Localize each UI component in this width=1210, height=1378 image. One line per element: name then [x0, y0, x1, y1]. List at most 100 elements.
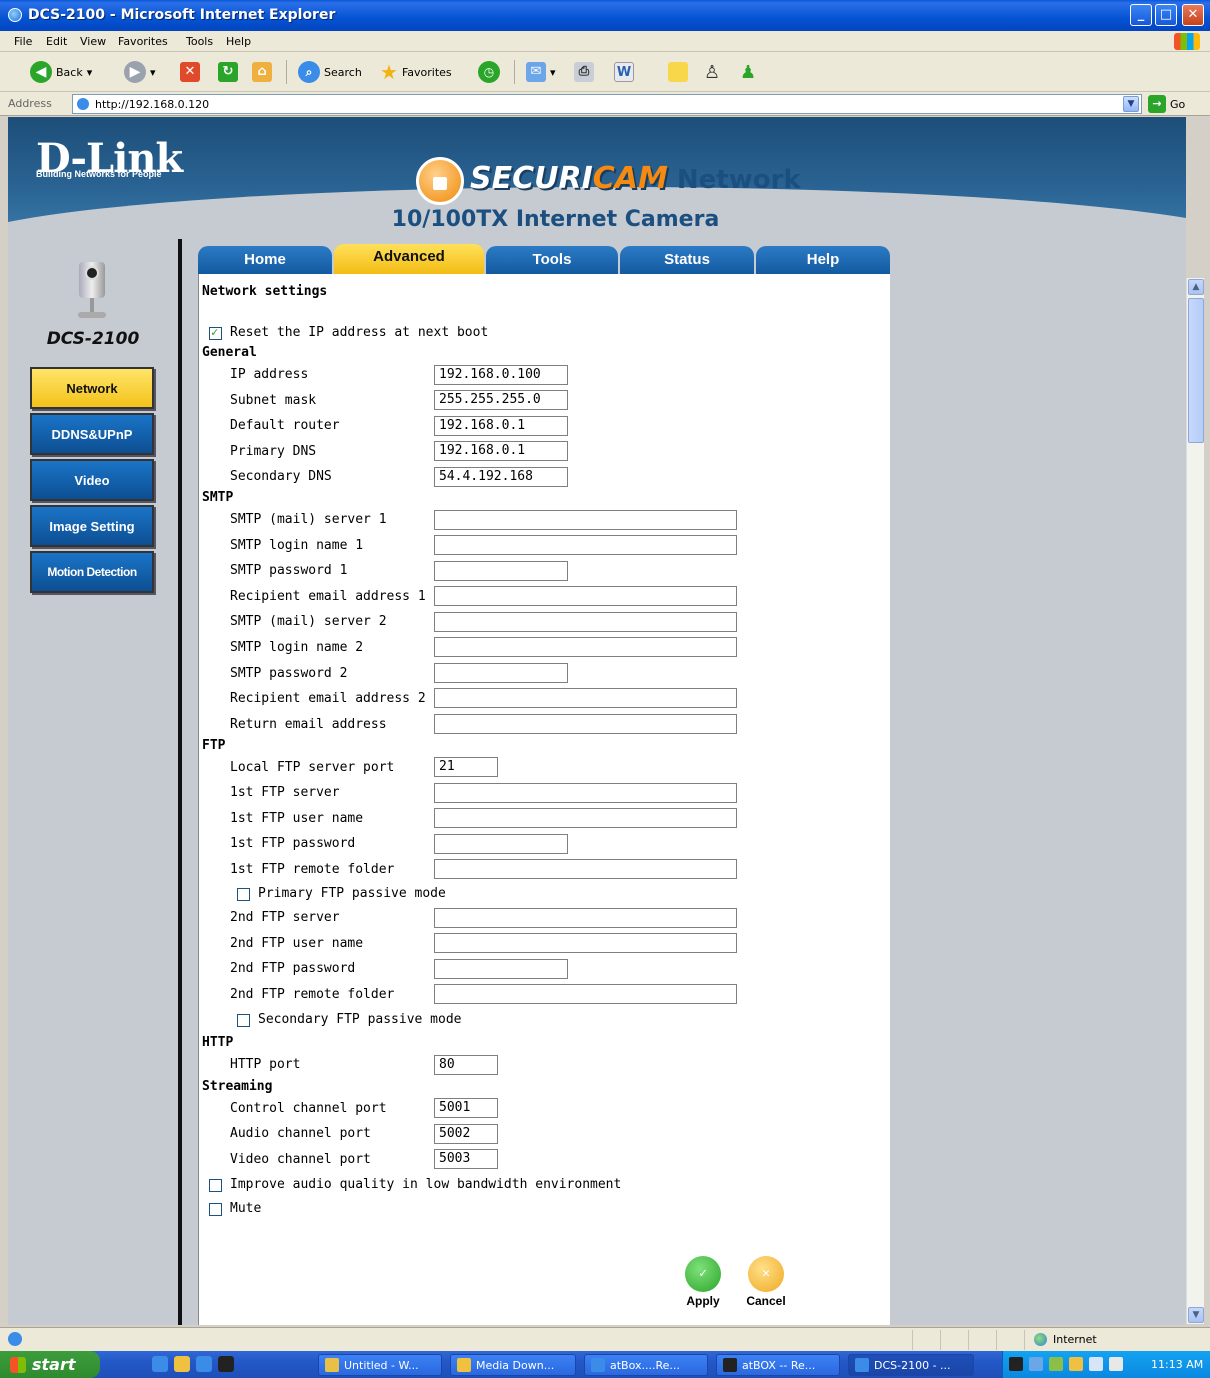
camera-base — [78, 312, 106, 318]
control-port-input[interactable]: 5001 — [434, 1098, 498, 1118]
model-name: DCS-2100 — [46, 329, 140, 349]
smtp-password2-input[interactable] — [434, 663, 568, 683]
cmd-quicklaunch-icon[interactable] — [218, 1356, 234, 1372]
smtp-password1-input[interactable] — [434, 561, 568, 581]
forward-button[interactable]: ▶ ▾ — [124, 60, 156, 84]
chevron-down-icon[interactable]: ▼ — [1123, 96, 1139, 112]
menu-tools[interactable]: Tools — [186, 35, 213, 48]
menu-file[interactable]: File — [14, 35, 32, 48]
ftp2-password-input[interactable] — [434, 959, 568, 979]
smtp-server1-input[interactable] — [434, 510, 737, 530]
subnet-mask-input[interactable]: 255.255.255.0 — [434, 390, 568, 410]
http-port-label: HTTP port — [230, 1057, 301, 1072]
mail-button[interactable]: ✉ ▾ — [526, 60, 556, 84]
ftp1-server-input[interactable] — [434, 783, 737, 803]
qv-tray-icon[interactable] — [1009, 1357, 1023, 1371]
quicklaunch-icon[interactable] — [196, 1356, 212, 1372]
improve-audio-checkbox[interactable] — [209, 1179, 222, 1192]
tab-help[interactable]: Help — [756, 246, 890, 274]
secondary-passive-checkbox[interactable] — [237, 1014, 250, 1027]
scroll-up-icon[interactable]: ▲ — [1188, 279, 1204, 295]
messenger-button[interactable]: ♟ — [740, 60, 756, 84]
default-router-input[interactable]: 192.168.0.1 — [434, 416, 568, 436]
quicklaunch-icon[interactable] — [174, 1356, 190, 1372]
history-button[interactable]: ◷ — [478, 60, 500, 84]
network-tray-icon[interactable] — [1029, 1357, 1043, 1371]
sidebar-item-network[interactable]: Network — [30, 367, 154, 409]
task-atbox-1[interactable]: atBox....Re... — [584, 1354, 708, 1376]
qv-icon — [723, 1358, 737, 1372]
smtp-login2-input[interactable] — [434, 637, 737, 657]
menu-favorites[interactable]: Favorites — [118, 35, 168, 48]
close-button[interactable]: ✕ — [1182, 4, 1204, 26]
tab-home[interactable]: Home — [198, 246, 332, 274]
search-button[interactable]: ⌕ Search — [298, 60, 362, 84]
task-untitled[interactable]: Untitled - W... — [318, 1354, 442, 1376]
scroll-thumb[interactable] — [1188, 298, 1204, 443]
tab-advanced[interactable]: Advanced — [334, 244, 484, 274]
tray-icon[interactable] — [1069, 1357, 1083, 1371]
volume-tray-icon[interactable] — [1109, 1357, 1123, 1371]
ftp-port-input[interactable]: 21 — [434, 757, 498, 777]
sidebar-item-motion-detection[interactable]: Motion Detection — [30, 551, 154, 593]
reset-ip-checkbox[interactable] — [209, 325, 222, 340]
task-media-down[interactable]: Media Down... — [450, 1354, 576, 1376]
video-port-input[interactable]: 5003 — [434, 1149, 498, 1169]
smtp-login1-input[interactable] — [434, 535, 737, 555]
address-input[interactable]: http://192.168.0.120 ▼ — [72, 94, 1142, 114]
menu-edit[interactable]: Edit — [46, 35, 67, 48]
search-label: Search — [324, 65, 362, 79]
ftp2-server-input[interactable] — [434, 908, 737, 928]
secondary-dns-input[interactable]: 54.4.192.168 — [434, 467, 568, 487]
control-port-label: Control channel port — [230, 1101, 387, 1116]
tray-icon[interactable] — [1089, 1357, 1103, 1371]
ftp2-user-input[interactable] — [434, 933, 737, 953]
ftp2-folder-input[interactable] — [434, 984, 737, 1004]
ftp1-user-input[interactable] — [434, 808, 737, 828]
scroll-down-icon[interactable]: ▼ — [1188, 1307, 1204, 1323]
return-email-input[interactable] — [434, 714, 737, 734]
ie-quicklaunch-icon[interactable] — [152, 1356, 168, 1372]
task-dcs2100[interactable]: DCS-2100 - ... — [848, 1354, 974, 1376]
audio-port-input[interactable]: 5002 — [434, 1124, 498, 1144]
print-icon: ⎙ — [574, 62, 594, 82]
reset-ip-label: Reset the IP address at next boot — [230, 325, 489, 340]
notes-button[interactable] — [668, 60, 688, 84]
go-button[interactable]: → Go — [1148, 95, 1185, 113]
home-button[interactable]: ⌂ — [252, 60, 272, 84]
recipient-email2-input[interactable] — [434, 688, 737, 708]
tab-status[interactable]: Status — [620, 246, 754, 274]
apply-button[interactable]: ✓ Apply — [673, 1256, 733, 1308]
print-button[interactable]: ⎙ — [574, 60, 594, 84]
edit-button[interactable]: W — [614, 60, 634, 84]
stop-button[interactable]: ✕ — [180, 60, 200, 84]
maximize-button[interactable]: □ — [1155, 4, 1177, 26]
menu-view[interactable]: View — [80, 35, 106, 48]
http-port-input[interactable]: 80 — [434, 1055, 498, 1075]
cancel-button[interactable]: ✕ Cancel — [736, 1256, 796, 1308]
mute-checkbox[interactable] — [209, 1203, 222, 1216]
vertical-scrollbar[interactable]: ▲ ▼ — [1186, 278, 1204, 1324]
tab-tools[interactable]: Tools — [486, 246, 618, 274]
sidebar-item-video[interactable]: Video — [30, 459, 154, 501]
refresh-button[interactable]: ↻ — [218, 60, 238, 84]
sidebar-item-image-setting[interactable]: Image Setting — [30, 505, 154, 547]
menu-help[interactable]: Help — [226, 35, 251, 48]
minimize-button[interactable]: _ — [1130, 4, 1152, 26]
primary-dns-input[interactable]: 192.168.0.1 — [434, 441, 568, 461]
recipient-email1-input[interactable] — [434, 586, 737, 606]
sidebar-item-ddns-upnp[interactable]: DDNS&UPnP — [30, 413, 154, 455]
tray-icon[interactable] — [1049, 1357, 1063, 1371]
ip-address-input[interactable]: 192.168.0.100 — [434, 365, 568, 385]
task-atbox-2[interactable]: atBOX -- Re... — [716, 1354, 840, 1376]
start-button[interactable]: start — [0, 1351, 100, 1378]
primary-passive-checkbox[interactable] — [237, 888, 250, 901]
back-button[interactable]: ◀ Back ▾ — [30, 60, 92, 84]
research-button[interactable]: ♙ — [704, 60, 720, 84]
brand-network: Network — [667, 165, 801, 195]
smtp-server2-input[interactable] — [434, 612, 737, 632]
ftp1-password-input[interactable] — [434, 834, 568, 854]
note-icon — [668, 62, 688, 82]
favorites-button[interactable]: ★ Favorites — [380, 60, 452, 84]
ftp1-folder-input[interactable] — [434, 859, 737, 879]
